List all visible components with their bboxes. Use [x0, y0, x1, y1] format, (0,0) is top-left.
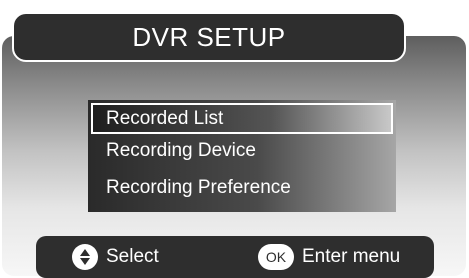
- select-hint-label: Select: [106, 246, 159, 267]
- menu-item-recording-preference[interactable]: Recording Preference: [106, 177, 291, 199]
- menu-list: Recorded List Recording Device Recording…: [88, 100, 396, 212]
- dvr-setup-screen: DVR SETUP Recorded List Recording Device…: [0, 0, 469, 278]
- menu-item-recorded-list[interactable]: Recorded List: [91, 103, 393, 134]
- enter-menu-hint-label: Enter menu: [302, 246, 401, 267]
- ok-button-icon: OK: [258, 244, 294, 270]
- footer-hint-bar: Select OK Enter menu: [36, 236, 434, 278]
- title-bar: DVR SETUP: [12, 12, 406, 62]
- menu-item-recording-device[interactable]: Recording Device: [106, 140, 256, 162]
- page-title: DVR SETUP: [132, 21, 286, 52]
- enter-menu-hint: OK Enter menu: [258, 236, 400, 278]
- up-down-arrows-icon: [72, 244, 98, 270]
- select-hint: Select: [72, 236, 159, 278]
